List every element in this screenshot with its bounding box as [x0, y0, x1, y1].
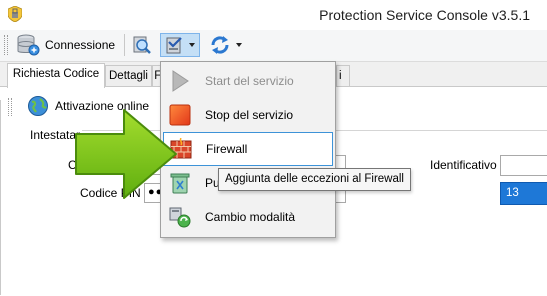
- menu-item-label: Stop del servizio: [205, 108, 294, 122]
- service-control-dropdown-button[interactable]: [160, 33, 200, 57]
- globe-icon: [28, 96, 48, 116]
- chevron-down-icon: [236, 43, 242, 47]
- toolbar-grip[interactable]: [8, 98, 12, 116]
- menu-item-label: Start del servizio: [205, 74, 294, 88]
- tab-label: Dettagli: [109, 70, 148, 82]
- database-icon: [17, 34, 40, 56]
- service-control-menu: Start del servizio Stop del servizio Fir…: [160, 61, 336, 238]
- panel-left-border: [0, 100, 1, 295]
- main-toolbar: Connessione: [0, 30, 547, 62]
- number-value: 13: [506, 187, 519, 199]
- menu-item-label: Cambio modalità: [205, 210, 296, 224]
- chevron-down-icon: [189, 43, 195, 47]
- mode-change-icon: [168, 205, 192, 229]
- green-pointer-arrow-icon: [75, 109, 177, 199]
- identifier-label: Identificativo: [430, 158, 497, 172]
- identifier-input[interactable]: [500, 155, 547, 176]
- connection-label: Connessione: [45, 38, 116, 52]
- refresh-icon: [211, 36, 229, 54]
- refresh-dropdown-button[interactable]: [205, 33, 245, 57]
- toolbar-separator: [124, 34, 125, 56]
- connection-button[interactable]: Connessione: [13, 33, 121, 57]
- tab-label: Richiesta Codice: [12, 68, 100, 80]
- menu-item-start-service[interactable]: Start del servizio: [163, 64, 333, 98]
- server-check-icon: [166, 37, 182, 54]
- title-bar: Protection Service Console v3.5.1: [0, 0, 547, 30]
- toolbar-grip[interactable]: [4, 35, 8, 55]
- menu-item-label: Firewall: [206, 142, 248, 156]
- play-icon: [168, 69, 192, 93]
- firewall-tooltip: Aggiunta delle eccezioni al Firewall: [218, 168, 411, 191]
- window-title: Protection Service Console v3.5.1: [319, 7, 530, 23]
- tab-hidden[interactable]: i: [336, 65, 350, 87]
- menu-item-mode-change[interactable]: Cambio modalità: [163, 200, 333, 234]
- inspect-button[interactable]: [128, 33, 155, 57]
- tab-richiesta-codice[interactable]: Richiesta Codice: [7, 63, 105, 88]
- tab-dettagli[interactable]: Dettagli: [105, 65, 152, 87]
- tab-label: i: [339, 70, 342, 82]
- menu-item-firewall[interactable]: Firewall: [163, 132, 333, 166]
- menu-item-stop-service[interactable]: Stop del servizio: [163, 98, 333, 132]
- number-field[interactable]: 13: [500, 182, 547, 205]
- magnifier-server-icon: [133, 36, 151, 54]
